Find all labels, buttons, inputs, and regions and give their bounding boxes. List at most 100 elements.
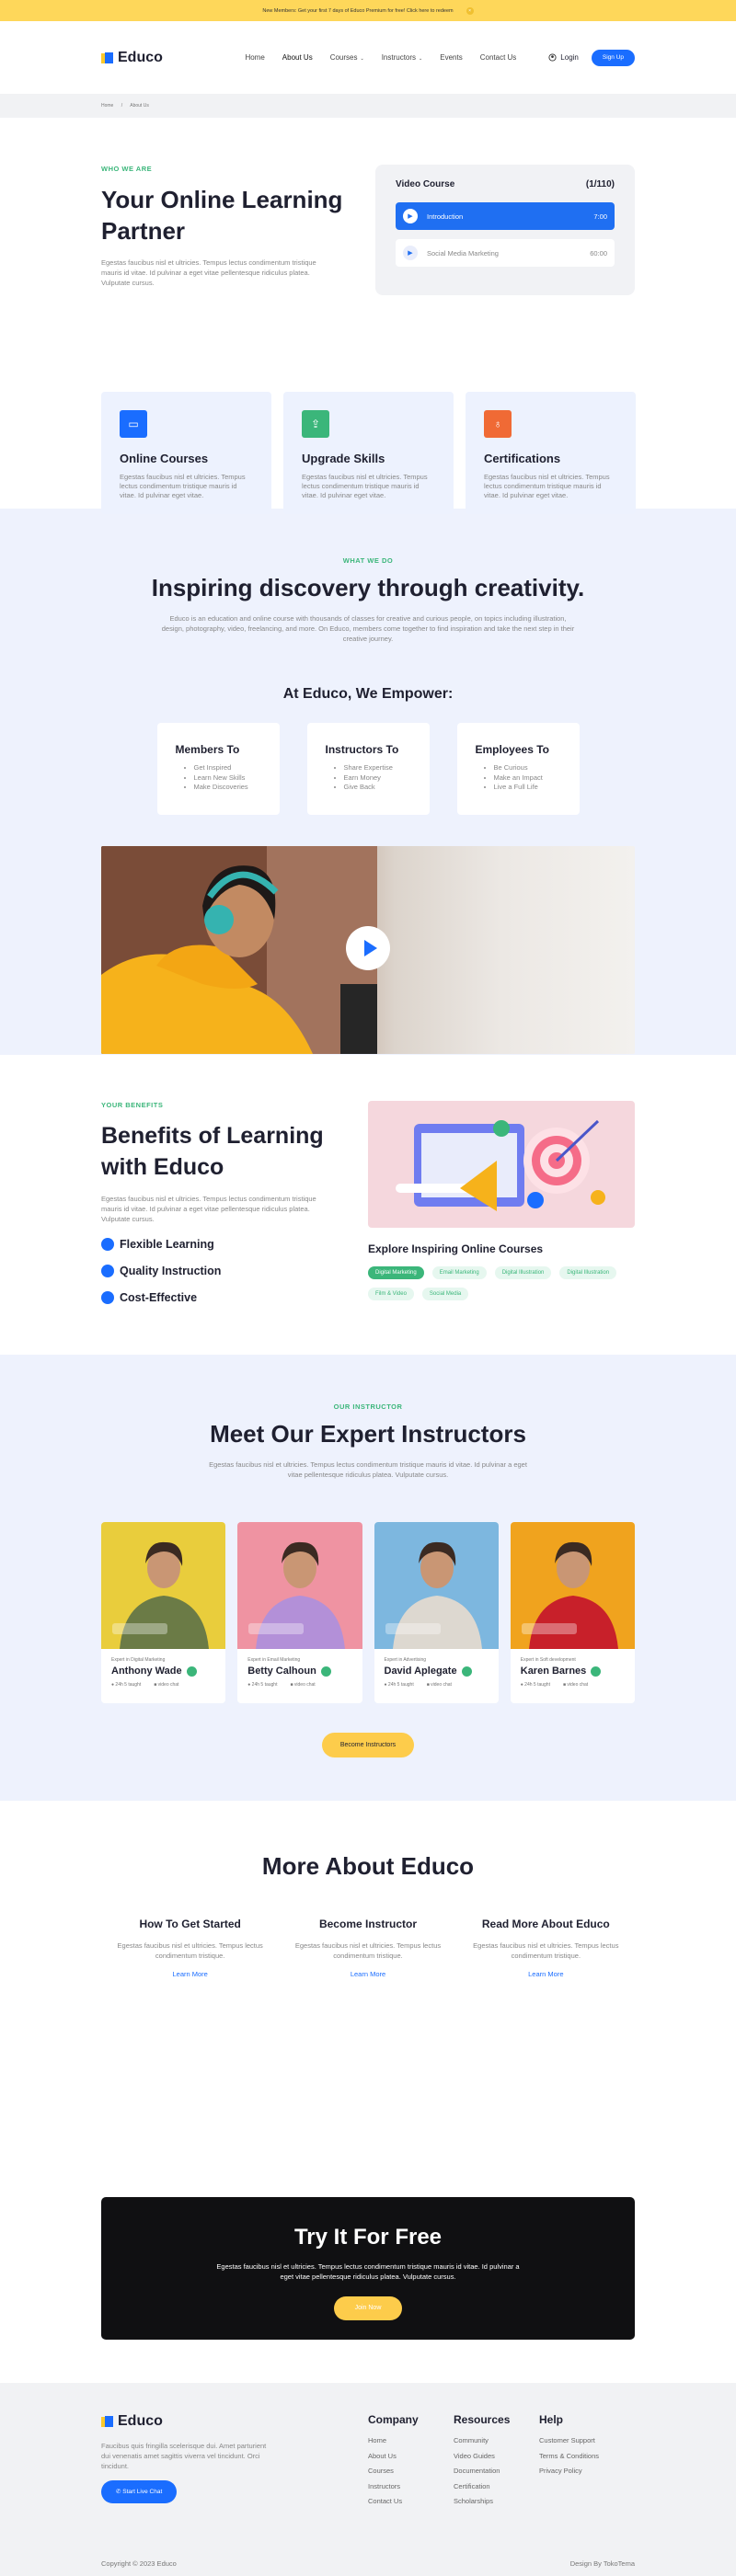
lesson-row[interactable]: ▶ Social Media Marketing 60:00 bbox=[396, 239, 615, 267]
lesson-row-active[interactable]: ▶ Introduction 7:00 bbox=[396, 202, 615, 230]
nav-item-events[interactable]: Events bbox=[440, 53, 462, 62]
what-we-do-title: Inspiring discovery through creativity. bbox=[151, 574, 585, 601]
try-title: Try It For Free bbox=[293, 2225, 443, 2250]
course-tag[interactable]: Email Marketing bbox=[431, 1266, 487, 1279]
more-column-text: Egestas faucibus nisl et ultricies. Temp… bbox=[117, 1941, 263, 1960]
explore-heading: Explore Inspiring Online Courses bbox=[368, 1242, 544, 1255]
copyright: Copyright © 2023 Educo bbox=[101, 2559, 177, 2568]
instructor-card[interactable]: Expert in Email Marketing Betty Calhoun ● … bbox=[237, 1522, 362, 1703]
learn-more-link[interactable]: Learn More bbox=[101, 1970, 279, 1978]
instructor-role: Expert in Soft development bbox=[520, 1657, 576, 1663]
footer-link[interactable]: Contact Us bbox=[368, 2494, 454, 2510]
become-instructor-button[interactable]: Become Instructors bbox=[321, 1733, 415, 1757]
footer-link[interactable]: Home bbox=[368, 2433, 454, 2449]
video-player[interactable] bbox=[101, 846, 635, 1054]
verified-icon bbox=[320, 1666, 331, 1677]
video-stat: ■ video chat bbox=[154, 1682, 178, 1688]
verified-icon bbox=[591, 1666, 602, 1677]
nav-item-label: Contact Us bbox=[479, 53, 517, 62]
instructor-card[interactable]: Expert in Digital Marketing Anthony Wade ●… bbox=[101, 1522, 226, 1703]
learn-more-link[interactable]: Learn More bbox=[457, 1970, 635, 1978]
what-we-do-section: WHAT WE DO Inspiring discovery through c… bbox=[0, 509, 736, 1055]
feature-text: Egestas faucibus nisl et ultricies. Temp… bbox=[484, 473, 610, 499]
footer-link[interactable]: Community bbox=[454, 2433, 539, 2449]
course-tag[interactable]: Digital Illustration bbox=[494, 1266, 552, 1279]
instructor-name-row: Betty Calhoun bbox=[247, 1666, 351, 1677]
footer-col-title: Help bbox=[539, 2413, 564, 2426]
course-tag[interactable]: Social Media bbox=[421, 1288, 469, 1300]
footer-link[interactable]: Scholarships bbox=[454, 2494, 539, 2510]
lesson-title: Social Media Marketing bbox=[427, 248, 499, 258]
footer-link[interactable]: Privacy Policy bbox=[539, 2464, 625, 2479]
instructor-name-row: Anthony Wade bbox=[111, 1666, 215, 1677]
instructor-role: Expert in Email Marketing bbox=[247, 1657, 301, 1663]
check-icon bbox=[101, 1238, 114, 1251]
nav-item-about-us[interactable]: About Us bbox=[282, 53, 313, 62]
hours-stat: ● 24h 5 taught bbox=[385, 1682, 414, 1688]
footer-link[interactable]: Instructors bbox=[368, 2479, 454, 2495]
explore-courses: Explore Inspiring Online Courses Digital… bbox=[368, 1242, 635, 1300]
hours-label: 24h 5 taught bbox=[524, 1682, 550, 1688]
instructors-section: OUR INSTRUCTOR Meet Our Expert Instructo… bbox=[0, 1355, 736, 1801]
learn-more-link[interactable]: Learn More bbox=[279, 1970, 456, 1978]
nav-item-courses[interactable]: Courses ⌄ bbox=[330, 53, 364, 62]
nav-item-contact-us[interactable]: Contact Us bbox=[480, 53, 517, 62]
empower-item: Learn New Skills bbox=[194, 773, 261, 784]
live-chat-button[interactable]: ✆ Start Live Chat bbox=[101, 2480, 178, 2503]
logo[interactable]: Educo bbox=[101, 50, 163, 66]
course-tag[interactable]: Digital Marketing bbox=[368, 1266, 424, 1279]
instructor-name-row: David Aplegate bbox=[385, 1666, 489, 1677]
award-icon: ♁ bbox=[484, 410, 512, 438]
hero-title: Your Online Learning Partner bbox=[101, 186, 343, 245]
logo-icon bbox=[101, 52, 113, 63]
what-we-do-eyebrow: WHAT WE DO bbox=[342, 556, 394, 565]
breadcrumb-home[interactable]: Home bbox=[101, 103, 113, 109]
chevron-down-icon: ⌄ bbox=[419, 56, 423, 62]
breadcrumb: Home / About Us bbox=[0, 94, 736, 118]
hours-label: 24h 5 taught bbox=[115, 1682, 142, 1688]
video-stat: ■ video chat bbox=[427, 1682, 452, 1688]
close-icon[interactable]: × bbox=[466, 6, 474, 15]
course-tag[interactable]: Digital Illustration bbox=[559, 1266, 617, 1279]
video-label: video chat bbox=[293, 1682, 316, 1688]
feature-title: Online Courses bbox=[120, 452, 209, 465]
footer: Educo Faucibus quis fringilla scelerisqu… bbox=[0, 2383, 736, 2576]
chevron-down-icon: ⌄ bbox=[360, 56, 364, 62]
breadcrumb-separator: / bbox=[121, 103, 123, 109]
footer-link[interactable]: Documentation bbox=[454, 2464, 539, 2479]
course-tag[interactable]: Film & Video bbox=[368, 1288, 414, 1300]
play-button[interactable] bbox=[346, 926, 390, 970]
benefit-label: Quality Instruction bbox=[120, 1265, 222, 1277]
empower-item: Be Curious bbox=[494, 763, 561, 773]
instructor-card[interactable]: Expert in Soft development Karen Barnes ● … bbox=[510, 1522, 635, 1703]
footer-logo[interactable]: Educo bbox=[101, 2413, 368, 2430]
footer-link[interactable]: Video Guides bbox=[454, 2449, 539, 2465]
nav-item-instructors[interactable]: Instructors ⌄ bbox=[382, 53, 423, 62]
instructor-meta: ● 24h 5 taught ■ video chat bbox=[521, 1682, 625, 1688]
play-icon: ▶ bbox=[403, 209, 418, 223]
footer-link[interactable]: Certification bbox=[454, 2479, 539, 2495]
hours-stat: ● 24h 5 taught bbox=[521, 1682, 550, 1688]
instructor-meta: ● 24h 5 taught ■ video chat bbox=[385, 1682, 489, 1688]
lesson-time: 7:00 bbox=[593, 212, 607, 221]
join-now-button[interactable]: Join Now bbox=[333, 2296, 403, 2320]
login-link[interactable]: Login bbox=[548, 53, 579, 62]
footer-link[interactable]: Customer Support bbox=[539, 2433, 625, 2449]
footer-link[interactable]: About Us bbox=[368, 2449, 454, 2465]
announcement-bar: New Members: Get your first 7 days of Ed… bbox=[0, 0, 736, 21]
signup-button[interactable]: Sign Up bbox=[591, 49, 635, 66]
check-icon bbox=[101, 1291, 114, 1304]
benefits-title: Benefits of Learning with Educo bbox=[101, 1123, 324, 1180]
more-column: How To Get Started Egestas faucibus nisl … bbox=[101, 1918, 279, 1978]
nav-item-home[interactable]: Home bbox=[245, 53, 264, 62]
empower-item: Get Inspired bbox=[194, 763, 261, 773]
check-icon bbox=[101, 1265, 114, 1277]
more-column-title: Read More About Educo bbox=[481, 1918, 610, 1930]
announcement-text[interactable]: New Members: Get your first 7 days of Ed… bbox=[262, 8, 453, 14]
footer-link[interactable]: Terms & Conditions bbox=[539, 2449, 625, 2465]
video-course-title: Video Course bbox=[396, 179, 455, 189]
footer-company: Company Home About Us Courses Instructors Con… bbox=[368, 2413, 454, 2510]
empower-item: Make Discoveries bbox=[194, 783, 261, 793]
footer-link[interactable]: Courses bbox=[368, 2464, 454, 2479]
instructor-card[interactable]: Expert in Advertising David Aplegate ● 24h… bbox=[374, 1522, 499, 1703]
